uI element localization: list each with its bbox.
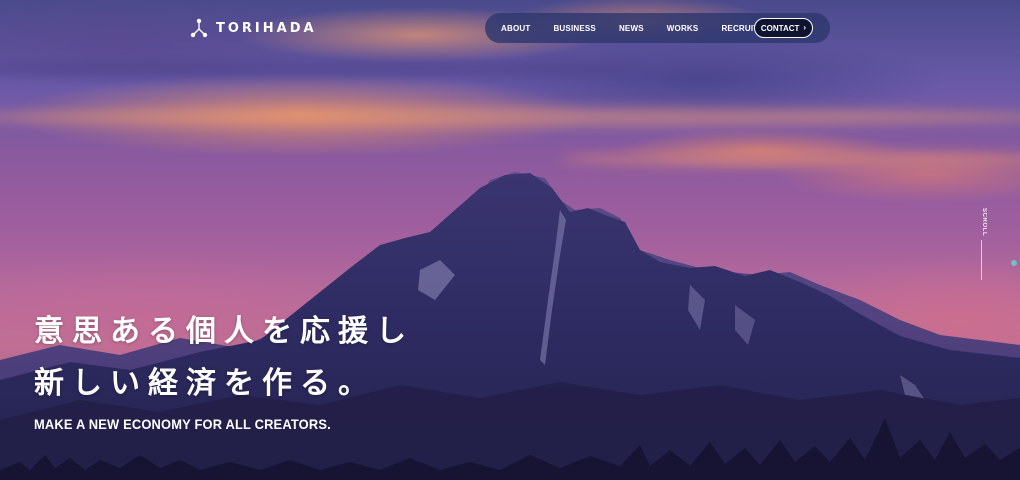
hero-subheadline: MAKE A NEW ECONOMY FOR ALL CREATORS.	[34, 416, 331, 432]
contact-button[interactable]: CONTACT ›	[754, 18, 813, 38]
nav-item-business[interactable]: BUSINESS	[553, 24, 596, 33]
headline-line-2: 新しい経済を作る。	[34, 366, 376, 401]
scroll-indicator-dot	[1011, 260, 1017, 266]
chevron-right-icon: ›	[803, 23, 807, 32]
nav-item-about[interactable]: ABOUT	[501, 24, 530, 33]
contact-button-label: CONTACT	[760, 23, 800, 33]
nav-item-news[interactable]: NEWS	[619, 24, 644, 33]
brand-logo[interactable]: TORIHADA	[190, 18, 317, 38]
node-network-icon	[190, 18, 208, 38]
scroll-label[interactable]: SCROLL	[975, 208, 987, 238]
nav-item-works[interactable]: WORKS	[667, 24, 699, 33]
headline-line-1: 意思ある個人を応援し	[34, 314, 414, 349]
main-navigation: ABOUT BUSINESS NEWS WORKS RECRUIT CONTAC…	[485, 13, 830, 43]
hero-section: TORIHADA ABOUT BUSINESS NEWS WORKS RECRU…	[0, 0, 1020, 480]
hero-headline: 意思ある個人を応援し 新しい経済を作る。	[34, 306, 414, 410]
scroll-line	[981, 240, 982, 280]
nav-item-recruit[interactable]: RECRUIT	[721, 24, 758, 33]
brand-name: TORIHADA	[216, 20, 317, 36]
